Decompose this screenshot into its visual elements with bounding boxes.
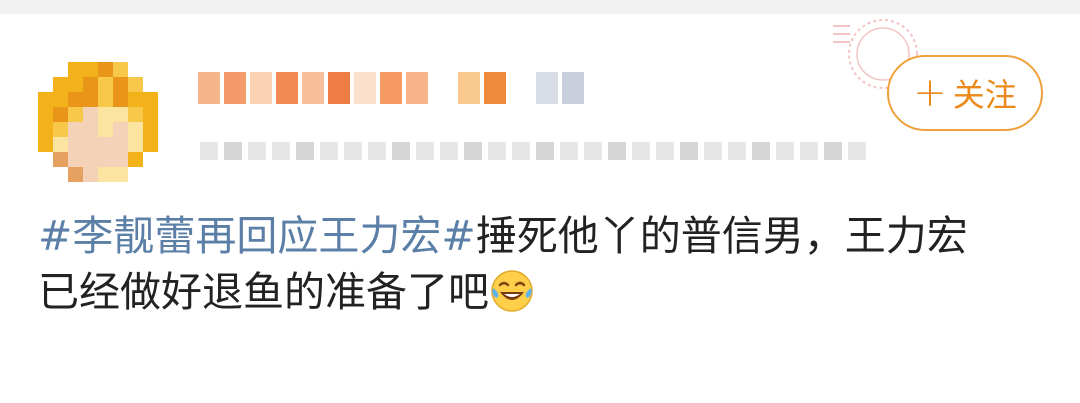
follow-button[interactable]: + 关注 <box>887 55 1043 131</box>
post-text-line2: 已经做好退鱼的准备了吧 <box>38 268 489 316</box>
post-text: #李靓蕾再回应王力宏#捶死他丫的普信男，王力宏 已经做好退鱼的准备了吧 <box>38 208 1048 320</box>
top-divider-bar <box>0 0 1080 14</box>
hashtag-link[interactable]: #李靓蕾再回应王力宏# <box>38 212 476 260</box>
plus-icon: + <box>913 70 947 116</box>
follow-button-label: 关注 <box>952 76 1017 114</box>
avatar[interactable] <box>38 62 158 182</box>
post-meta-obscured <box>200 140 866 162</box>
laughing-tears-emoji-icon <box>491 270 533 312</box>
post-text-line1: 捶死他丫的普信男，王力宏 <box>475 212 968 260</box>
username-obscured[interactable] <box>198 70 584 106</box>
